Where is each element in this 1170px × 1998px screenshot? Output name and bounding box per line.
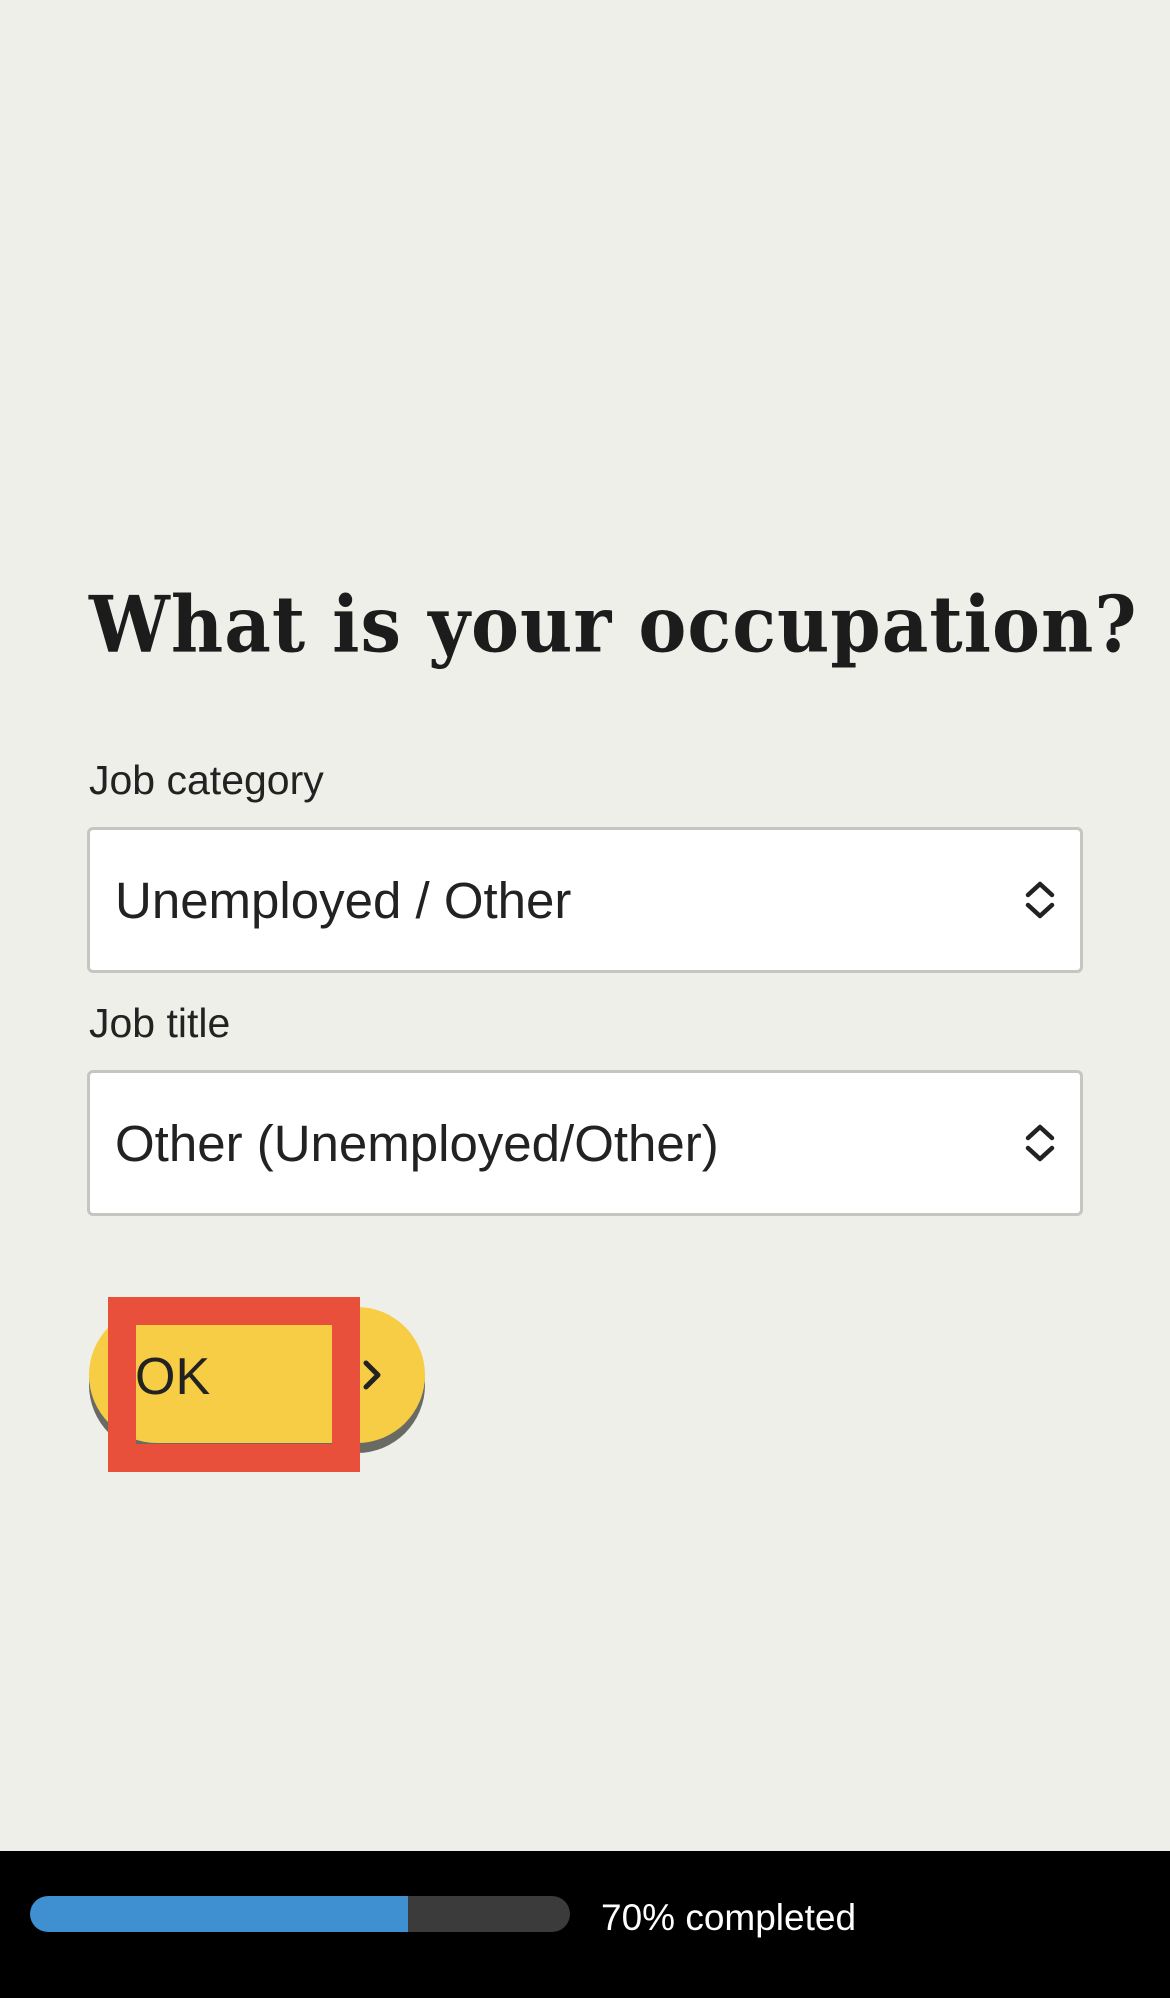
- job-category-select[interactable]: Unemployed / Other: [87, 827, 1083, 973]
- progress-footer: 70% completed: [0, 1851, 1170, 1998]
- progress-bar-fill: [30, 1896, 408, 1932]
- job-category-label: Job category: [89, 757, 324, 803]
- ok-button[interactable]: OK: [89, 1307, 425, 1443]
- job-title-select[interactable]: Other (Unemployed/Other): [87, 1070, 1083, 1216]
- job-title-label: Job title: [89, 1000, 231, 1046]
- updown-chevron-icon: [1025, 881, 1055, 919]
- question-title: What is your occupation?: [89, 578, 1138, 670]
- job-category-value: Unemployed / Other: [115, 871, 572, 929]
- ok-button-label: OK: [135, 1348, 211, 1406]
- updown-chevron-icon: [1025, 1124, 1055, 1162]
- chevron-right-icon: [363, 1360, 381, 1390]
- progress-bar: [30, 1896, 570, 1932]
- progress-text: 70% completed: [601, 1897, 857, 1938]
- job-title-value: Other (Unemployed/Other): [115, 1114, 719, 1172]
- occupation-page: What is your occupation? Job category Un…: [0, 0, 1170, 1998]
